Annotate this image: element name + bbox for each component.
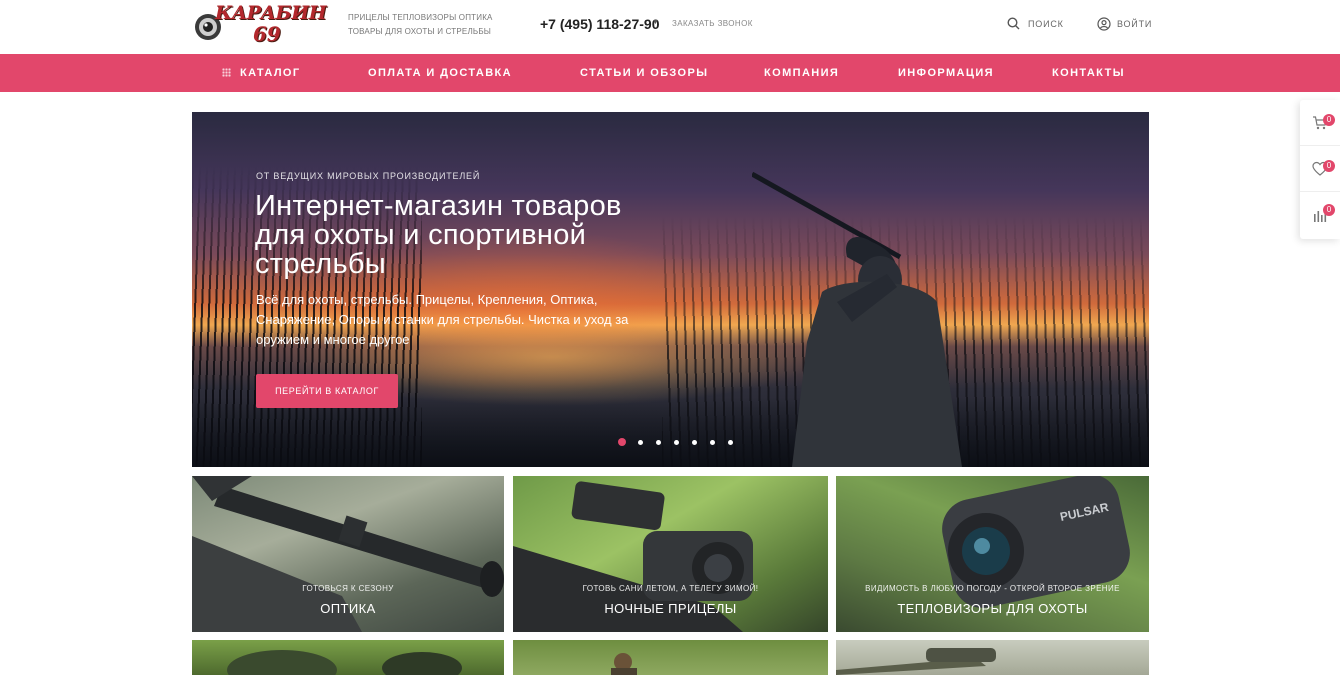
hero-overline: От ведущих мировых производителей: [256, 171, 481, 181]
logo-number: 69: [253, 22, 281, 46]
shooter-image: [611, 653, 637, 675]
tile-subtitle: Готовь сани летом, а телегу зимой!: [582, 584, 759, 593]
hunter-silhouette: [752, 171, 962, 467]
slider-dot-6[interactable]: [703, 439, 721, 445]
floating-side-panel: 0 0 0: [1300, 100, 1340, 239]
slider-pagination: [613, 438, 739, 446]
nav-item-label: Каталог: [240, 67, 301, 79]
user-icon: [1097, 17, 1111, 31]
tagline-line-2: Товары для охоты и стрельбы: [348, 27, 492, 36]
nav-item-payment-delivery[interactable]: Оплата и доставка: [368, 67, 512, 79]
search-label: Поиск: [1028, 18, 1064, 29]
slider-dot-1[interactable]: [613, 438, 631, 446]
favorites-button[interactable]: 0: [1300, 146, 1340, 192]
main-nav: Каталог Оплата и доставка Статьи и обзор…: [0, 54, 1340, 92]
category-tile-thermal-imagers[interactable]: PULSAR Видимость в любую погоду - открой…: [836, 476, 1149, 632]
hero-description: Всё для охоты, стрельбы. Прицелы, Крепле…: [256, 292, 629, 347]
favorites-count-badge: 0: [1323, 160, 1335, 172]
tile-subtitle: Готовься к сезону: [302, 584, 394, 593]
slider-dot-5[interactable]: [685, 439, 703, 445]
nav-item-company[interactable]: Компания: [764, 67, 839, 79]
phone-number[interactable]: +7 (495) 118-27-90: [540, 16, 659, 32]
slider-dot-4[interactable]: [667, 439, 685, 445]
compare-button[interactable]: 0: [1300, 192, 1340, 238]
login-label: Войти: [1117, 19, 1153, 29]
category-tile-6[interactable]: [836, 640, 1149, 675]
tile-title: Ночные прицелы: [604, 601, 737, 616]
nav-item-contacts[interactable]: Контакты: [1052, 67, 1125, 79]
binoculars-image: [227, 650, 462, 675]
nav-item-catalog[interactable]: Каталог: [222, 67, 301, 79]
rifle-image: [836, 648, 996, 675]
tile-title: Оптика: [320, 601, 376, 616]
tagline-line-1: Прицелы тепловизоры оптика: [348, 13, 493, 22]
site-tagline: Прицелы тепловизоры оптика Товары для ох…: [348, 11, 493, 39]
tile-title: Тепловизоры для охоты: [897, 601, 1088, 616]
login-button[interactable]: Войти: [1097, 17, 1152, 31]
logo-text: КАРАБИН: [215, 2, 327, 24]
search-button[interactable]: Поиск: [1007, 17, 1064, 30]
slider-dot-3[interactable]: [649, 439, 667, 445]
nav-item-information[interactable]: Информация: [898, 67, 994, 79]
grid-icon: [222, 67, 231, 77]
cart-button[interactable]: 0: [1300, 100, 1340, 146]
tile-subtitle: Видимость в любую погоду - открой второе…: [865, 584, 1120, 593]
hero-slider: От ведущих мировых производителей Интерн…: [192, 112, 1149, 467]
cart-count-badge: 0: [1323, 114, 1335, 126]
site-header: КАРАБИН 69 Прицелы тепловизоры оптика То…: [0, 0, 1340, 54]
category-tile-optics[interactable]: Готовься к сезону Оптика: [192, 476, 504, 632]
search-icon: [1007, 17, 1020, 30]
nav-item-articles[interactable]: Статьи и обзоры: [580, 67, 708, 79]
phone-dropdown-caret-icon[interactable]: ▼: [652, 19, 659, 26]
category-tile-4[interactable]: [192, 640, 504, 675]
hero-title: Интернет-магазин товаров для охоты и спо…: [255, 190, 622, 280]
slider-dot-7[interactable]: [721, 439, 739, 445]
callback-link[interactable]: Заказать звонок: [672, 19, 753, 28]
category-tile-night-scopes[interactable]: Готовь сани летом, а телегу зимой! Ночны…: [513, 476, 828, 632]
site-logo[interactable]: КАРАБИН 69: [193, 4, 327, 46]
go-to-catalog-button[interactable]: Перейти в каталог: [256, 374, 398, 408]
category-tile-5[interactable]: [513, 640, 828, 675]
compare-count-badge: 0: [1323, 204, 1335, 216]
slider-dot-2[interactable]: [631, 439, 649, 445]
